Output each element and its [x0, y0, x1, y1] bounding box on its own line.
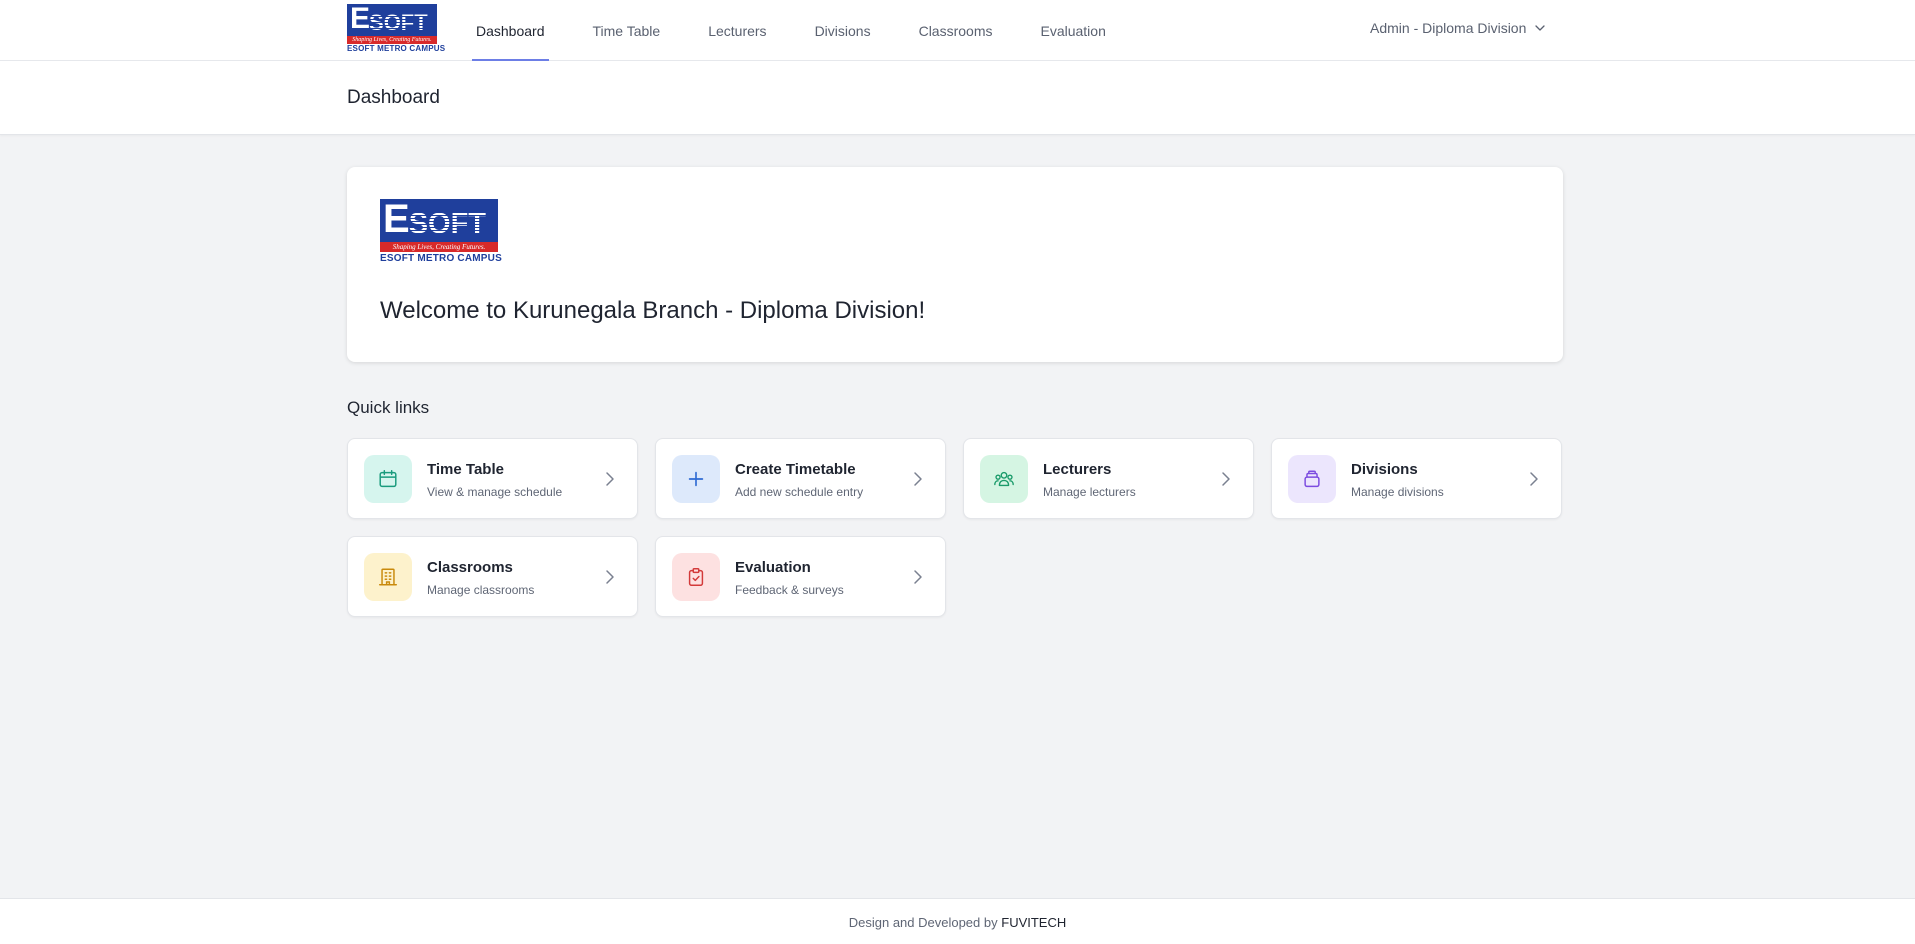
- quick-link-title: Evaluation: [735, 559, 811, 576]
- quick-link-subtitle: Manage divisions: [1351, 485, 1444, 499]
- quick-link-classrooms[interactable]: Classrooms Manage classrooms: [347, 536, 638, 617]
- quick-link-title: Classrooms: [427, 559, 513, 576]
- quick-link-subtitle: Feedback & surveys: [735, 583, 844, 597]
- logo-mark-soft: SOFT: [369, 8, 428, 36]
- quick-link-evaluation[interactable]: Evaluation Feedback & surveys: [655, 536, 946, 617]
- quick-link-time-table[interactable]: Time Table View & manage schedule: [347, 438, 638, 519]
- chevron-right-icon: [914, 570, 922, 584]
- footer-credit-prefix: Design and Developed by: [848, 915, 998, 930]
- logo-mark-soft: SOFT: [409, 204, 486, 242]
- plus-icon: [672, 455, 720, 503]
- quick-link-title: Divisions: [1351, 461, 1418, 478]
- user-menu-label: Admin - Diploma Division: [1370, 20, 1527, 36]
- logo-caption: ESOFT METRO CAMPUS: [380, 252, 502, 265]
- clipboard-check-icon: [672, 553, 720, 601]
- footer: Design and Developed by FUVITECH: [0, 898, 1915, 944]
- nav-dashboard[interactable]: Dashboard: [472, 0, 548, 61]
- building-icon: [364, 553, 412, 601]
- chevron-down-icon: [1535, 25, 1546, 31]
- chevron-right-icon: [606, 472, 614, 486]
- page-header: Dashboard: [0, 61, 1915, 135]
- quick-link-lecturers[interactable]: Lecturers Manage lecturers: [963, 438, 1254, 519]
- logo-mark-e: E: [383, 199, 410, 241]
- welcome-message: Welcome to Kurunegala Branch - Diploma D…: [380, 297, 926, 324]
- quick-link-divisions[interactable]: Divisions Manage divisions: [1271, 438, 1562, 519]
- welcome-logo: E SOFT Shaping Lives, Creating Futures. …: [380, 199, 502, 265]
- chevron-right-icon: [1222, 472, 1230, 486]
- welcome-card: E SOFT Shaping Lives, Creating Futures. …: [347, 167, 1563, 362]
- nav-divisions[interactable]: Divisions: [815, 0, 871, 61]
- logo-tagline: Shaping Lives, Creating Futures.: [380, 242, 498, 252]
- top-navbar: E SOFT Shaping Lives, Creating Futures. …: [0, 0, 1915, 61]
- quick-link-create-timetable[interactable]: Create Timetable Add new schedule entry: [655, 438, 946, 519]
- quick-link-title: Time Table: [427, 461, 504, 478]
- quick-link-subtitle: View & manage schedule: [427, 485, 563, 499]
- footer-brand-link[interactable]: FUVITECH: [1001, 915, 1066, 930]
- quick-link-title: Lecturers: [1043, 461, 1112, 478]
- users-icon: [980, 455, 1028, 503]
- chevron-right-icon: [1530, 472, 1538, 486]
- nav-classrooms[interactable]: Classrooms: [919, 0, 993, 61]
- logo-caption: ESOFT METRO CAMPUS: [347, 44, 446, 54]
- layers-icon: [1288, 455, 1336, 503]
- main-nav: Dashboard Time Table Lecturers Divisions…: [472, 0, 1154, 61]
- logo-mark-e: E: [350, 4, 370, 35]
- nav-evaluation[interactable]: Evaluation: [1040, 0, 1105, 61]
- quick-link-subtitle: Manage classrooms: [427, 583, 535, 597]
- calendar-icon: [364, 455, 412, 503]
- chevron-right-icon: [914, 472, 922, 486]
- logo-tagline: Shaping Lives, Creating Futures.: [347, 36, 437, 44]
- quick-link-title: Create Timetable: [735, 461, 856, 478]
- nav-lecturers[interactable]: Lecturers: [708, 0, 766, 61]
- quick-links-title: Quick links: [347, 398, 430, 417]
- quick-link-subtitle: Add new schedule entry: [735, 485, 864, 499]
- chevron-right-icon: [606, 570, 614, 584]
- nav-time-table[interactable]: Time Table: [593, 0, 661, 61]
- page-title: Dashboard: [347, 87, 440, 108]
- quick-link-subtitle: Manage lecturers: [1043, 485, 1136, 499]
- esoft-logo[interactable]: E SOFT Shaping Lives, Creating Futures. …: [347, 4, 446, 54]
- user-menu-dropdown[interactable]: Admin - Diploma Division: [1370, 0, 1546, 56]
